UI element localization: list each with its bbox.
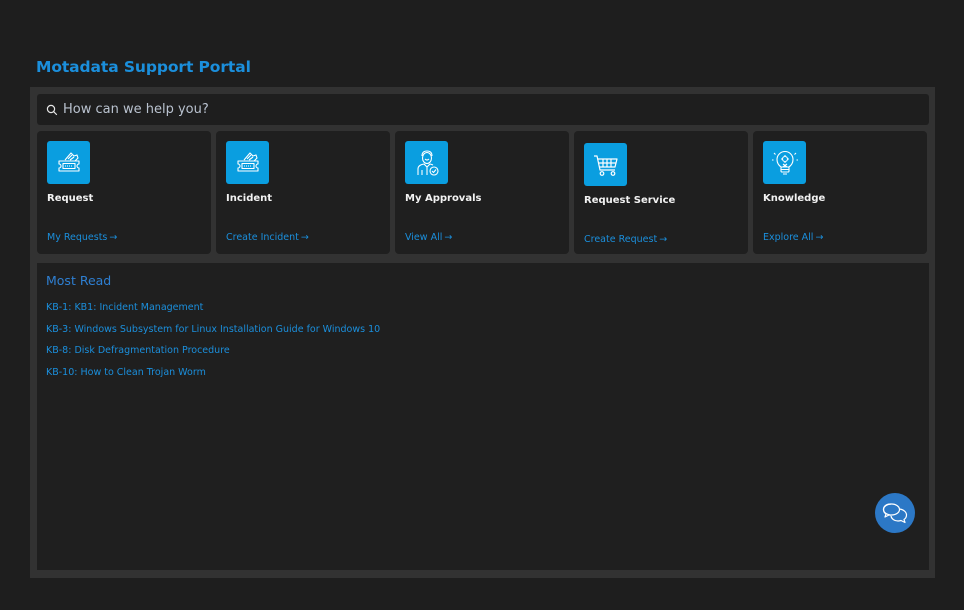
create-request-link[interactable]: Create Request → xyxy=(584,234,667,245)
shopping-cart-icon xyxy=(584,143,627,186)
search-icon xyxy=(46,104,58,115)
card-title: Knowledge xyxy=(763,193,826,204)
list-item: KB-3: Windows Subsystem for Linux Instal… xyxy=(46,317,920,339)
arrow-right-icon: → xyxy=(109,232,118,243)
card-request[interactable]: Request My Requests → xyxy=(37,131,211,254)
search-bar[interactable] xyxy=(37,94,929,125)
chat-bubbles-icon xyxy=(882,503,908,524)
arrow-right-icon: → xyxy=(300,232,309,243)
link-label: Explore All xyxy=(763,232,814,243)
card-title: Request Service xyxy=(584,195,676,206)
create-incident-link[interactable]: Create Incident → xyxy=(226,232,309,243)
card-title: Request xyxy=(47,193,94,204)
view-all-approvals-link[interactable]: View All → xyxy=(405,232,452,243)
chat-button[interactable] xyxy=(875,493,915,533)
list-item: KB-10: How to Clean Trojan Worm xyxy=(46,360,920,382)
kb-article-link[interactable]: KB-8: Disk Defragmentation Procedure xyxy=(46,345,230,356)
card-incident[interactable]: Incident Create Incident → xyxy=(216,131,390,254)
card-knowledge[interactable]: Knowledge Explore All → xyxy=(753,131,927,254)
link-label: Create Incident xyxy=(226,232,299,243)
list-item: KB-8: Disk Defragmentation Procedure xyxy=(46,338,920,360)
explore-all-link[interactable]: Explore All → xyxy=(763,232,823,243)
kb-article-link[interactable]: KB-10: How to Clean Trojan Worm xyxy=(46,367,206,378)
arrow-right-icon: → xyxy=(815,232,824,243)
my-requests-link[interactable]: My Requests → xyxy=(47,232,117,243)
card-title: My Approvals xyxy=(405,193,482,204)
most-read-panel: Most Read KB-1: KB1: Incident Management… xyxy=(37,263,929,570)
lightbulb-icon xyxy=(763,141,806,184)
search-input[interactable] xyxy=(63,102,863,117)
portal-container: Request My Requests→ Incident Create Inc… xyxy=(30,87,935,578)
link-label: My Requests xyxy=(47,232,108,243)
kb-article-link[interactable]: KB-1: KB1: Incident Management xyxy=(46,302,203,313)
arrow-right-icon: → xyxy=(659,234,668,245)
ticket-icon xyxy=(226,141,269,184)
most-read-title: Most Read xyxy=(46,273,112,288)
portal-title: Motadata Support Portal xyxy=(36,58,251,76)
kb-article-link[interactable]: KB-3: Windows Subsystem for Linux Instal… xyxy=(46,324,380,335)
card-request-service[interactable]: Request Service Create Request → xyxy=(574,131,748,254)
card-my-approvals[interactable]: My Approvals View All → xyxy=(395,131,569,254)
ticket-icon xyxy=(47,141,90,184)
card-title: Incident xyxy=(226,193,273,204)
quick-action-cards: Request My Requests → Incident Create Inc… xyxy=(37,131,927,254)
link-label: View All xyxy=(405,232,443,243)
link-label: Create Request xyxy=(584,234,658,245)
approver-person-icon xyxy=(405,141,448,184)
most-read-list: KB-1: KB1: Incident Management KB-3: Win… xyxy=(46,295,920,382)
list-item: KB-1: KB1: Incident Management xyxy=(46,295,920,317)
arrow-right-icon: → xyxy=(444,232,453,243)
